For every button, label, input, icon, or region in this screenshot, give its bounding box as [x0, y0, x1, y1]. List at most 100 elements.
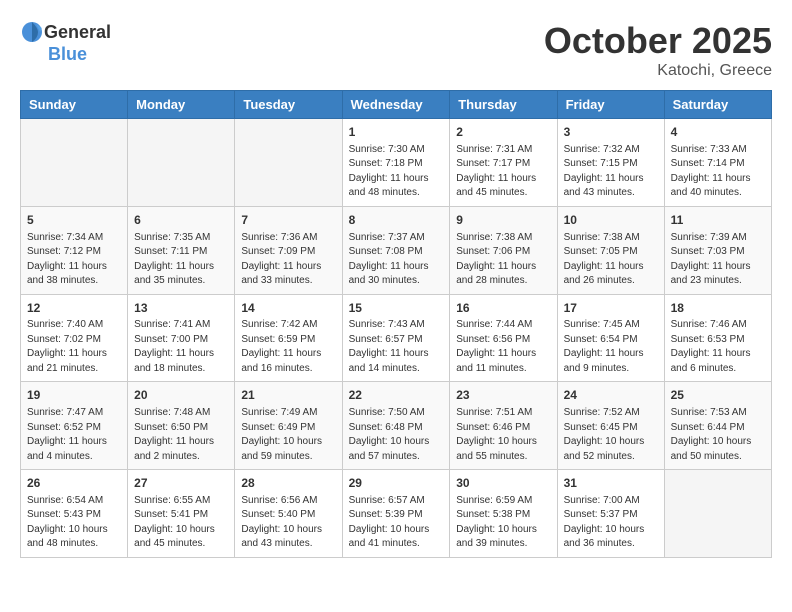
day-number: 17 — [564, 300, 658, 317]
col-thursday: Thursday — [450, 91, 557, 119]
table-row: 11 Sunrise: 7:39 AM Sunset: 7:03 PM Dayli… — [664, 206, 771, 294]
day-info: Sunrise: 7:46 AM Sunset: 6:53 PM Dayligh… — [671, 318, 765, 376]
day-info: Sunrise: 7:38 AM Sunset: 7:05 PM Dayligh… — [564, 231, 658, 289]
table-row: 5Sunrise: 7:34 AM Sunset: 7:12 PM Daylig… — [21, 206, 128, 294]
table-row: 31 Sunrise: 7:00 AM Sunset: 5:37 PM Dayli… — [557, 470, 664, 558]
table-row: 23 Sunrise: 7:51 AM Sunset: 6:46 PM Dayli… — [450, 382, 557, 470]
location-title: Katochi, Greece — [544, 62, 772, 80]
table-row: 22 Sunrise: 7:50 AM Sunset: 6:48 PM Dayli… — [342, 382, 450, 470]
day-info: Sunrise: 7:40 AM Sunset: 7:02 PM Dayligh… — [27, 318, 121, 376]
day-info: Sunrise: 7:31 AM Sunset: 7:17 PM Dayligh… — [456, 143, 550, 201]
day-number: 15 — [349, 300, 444, 317]
logo-icon — [20, 20, 44, 44]
table-row: 4 Sunrise: 7:33 AM Sunset: 7:14 PM Daylig… — [664, 119, 771, 207]
day-info: Sunrise: 7:39 AM Sunset: 7:03 PM Dayligh… — [671, 231, 765, 289]
day-info: Sunrise: 6:56 AM Sunset: 5:40 PM Dayligh… — [241, 494, 335, 552]
day-info: Sunrise: 6:54 AM Sunset: 5:43 PM Dayligh… — [27, 494, 121, 552]
day-number: 4 — [671, 124, 765, 141]
day-number: 16 — [456, 300, 550, 317]
day-info: Sunrise: 7:38 AM Sunset: 7:06 PM Dayligh… — [456, 231, 550, 289]
day-number: 9 — [456, 212, 550, 229]
table-row — [21, 119, 128, 207]
table-row: 3 Sunrise: 7:32 AM Sunset: 7:15 PM Daylig… — [557, 119, 664, 207]
day-info: Sunrise: 7:36 AM Sunset: 7:09 PM Dayligh… — [241, 231, 335, 289]
day-info: Sunrise: 7:50 AM Sunset: 6:48 PM Dayligh… — [349, 406, 444, 464]
table-row: 15Sunrise: 7:43 AM Sunset: 6:57 PM Dayli… — [342, 294, 450, 382]
day-number: 8 — [349, 212, 444, 229]
day-number: 25 — [671, 387, 765, 404]
table-row: 27 Sunrise: 6:55 AM Sunset: 5:41 PM Dayli… — [128, 470, 235, 558]
day-info: Sunrise: 7:49 AM Sunset: 6:49 PM Dayligh… — [241, 406, 335, 464]
day-number: 22 — [349, 387, 444, 404]
table-row: 30Sunrise: 6:59 AM Sunset: 5:38 PM Dayli… — [450, 470, 557, 558]
table-row: 16Sunrise: 7:44 AM Sunset: 6:56 PM Dayli… — [450, 294, 557, 382]
day-info: Sunrise: 7:41 AM Sunset: 7:00 PM Dayligh… — [134, 318, 228, 376]
table-row: 6 Sunrise: 7:35 AM Sunset: 7:11 PM Daylig… — [128, 206, 235, 294]
col-wednesday: Wednesday — [342, 91, 450, 119]
calendar-week-4: 19 Sunrise: 7:47 AM Sunset: 6:52 PM Dayli… — [21, 382, 772, 470]
table-row: 29Sunrise: 6:57 AM Sunset: 5:39 PM Dayli… — [342, 470, 450, 558]
day-number: 10 — [564, 212, 658, 229]
page-header: General Blue October 2025 Katochi, Greec… — [20, 20, 772, 80]
calendar-week-1: 1Sunrise: 7:30 AM Sunset: 7:18 PM Daylig… — [21, 119, 772, 207]
table-row — [128, 119, 235, 207]
table-row: 17Sunrise: 7:45 AM Sunset: 6:54 PM Dayli… — [557, 294, 664, 382]
table-row: 20 Sunrise: 7:48 AM Sunset: 6:50 PM Dayli… — [128, 382, 235, 470]
table-row: 14Sunrise: 7:42 AM Sunset: 6:59 PM Dayli… — [235, 294, 342, 382]
day-number: 5 — [27, 212, 121, 229]
day-info: Sunrise: 7:35 AM Sunset: 7:11 PM Dayligh… — [134, 231, 228, 289]
day-info: Sunrise: 7:43 AM Sunset: 6:57 PM Dayligh… — [349, 318, 444, 376]
day-number: 28 — [241, 475, 335, 492]
day-info: Sunrise: 6:55 AM Sunset: 5:41 PM Dayligh… — [134, 494, 228, 552]
day-info: Sunrise: 7:44 AM Sunset: 6:56 PM Dayligh… — [456, 318, 550, 376]
day-info: Sunrise: 7:32 AM Sunset: 7:15 PM Dayligh… — [564, 143, 658, 201]
day-number: 13 — [134, 300, 228, 317]
day-number: 6 — [134, 212, 228, 229]
day-info: Sunrise: 7:00 AM Sunset: 5:37 PM Dayligh… — [564, 494, 658, 552]
col-friday: Friday — [557, 91, 664, 119]
day-number: 2 — [456, 124, 550, 141]
calendar-table: Sunday Monday Tuesday Wednesday Thursday… — [20, 90, 772, 558]
calendar-week-3: 12Sunrise: 7:40 AM Sunset: 7:02 PM Dayli… — [21, 294, 772, 382]
day-number: 20 — [134, 387, 228, 404]
day-number: 18 — [671, 300, 765, 317]
day-number: 23 — [456, 387, 550, 404]
col-sunday: Sunday — [21, 91, 128, 119]
table-row: 13Sunrise: 7:41 AM Sunset: 7:00 PM Dayli… — [128, 294, 235, 382]
day-info: Sunrise: 7:47 AM Sunset: 6:52 PM Dayligh… — [27, 406, 121, 464]
table-row: 9 Sunrise: 7:38 AM Sunset: 7:06 PM Daylig… — [450, 206, 557, 294]
table-row: 25 Sunrise: 7:53 AM Sunset: 6:44 PM Dayli… — [664, 382, 771, 470]
table-row: 1Sunrise: 7:30 AM Sunset: 7:18 PM Daylig… — [342, 119, 450, 207]
logo-general-text: General — [44, 22, 111, 43]
day-info: Sunrise: 7:30 AM Sunset: 7:18 PM Dayligh… — [349, 143, 444, 201]
col-tuesday: Tuesday — [235, 91, 342, 119]
table-row: 24 Sunrise: 7:52 AM Sunset: 6:45 PM Dayli… — [557, 382, 664, 470]
day-info: Sunrise: 7:52 AM Sunset: 6:45 PM Dayligh… — [564, 406, 658, 464]
day-number: 24 — [564, 387, 658, 404]
day-info: Sunrise: 7:48 AM Sunset: 6:50 PM Dayligh… — [134, 406, 228, 464]
table-row: 2 Sunrise: 7:31 AM Sunset: 7:17 PM Daylig… — [450, 119, 557, 207]
day-number: 27 — [134, 475, 228, 492]
table-row — [235, 119, 342, 207]
day-info: Sunrise: 7:53 AM Sunset: 6:44 PM Dayligh… — [671, 406, 765, 464]
col-monday: Monday — [128, 91, 235, 119]
day-info: Sunrise: 7:51 AM Sunset: 6:46 PM Dayligh… — [456, 406, 550, 464]
table-row: 8 Sunrise: 7:37 AM Sunset: 7:08 PM Daylig… — [342, 206, 450, 294]
day-info: Sunrise: 6:59 AM Sunset: 5:38 PM Dayligh… — [456, 494, 550, 552]
table-row — [664, 470, 771, 558]
day-number: 3 — [564, 124, 658, 141]
day-number: 19 — [27, 387, 121, 404]
day-number: 31 — [564, 475, 658, 492]
col-saturday: Saturday — [664, 91, 771, 119]
table-row: 28 Sunrise: 6:56 AM Sunset: 5:40 PM Dayli… — [235, 470, 342, 558]
day-info: Sunrise: 7:37 AM Sunset: 7:08 PM Dayligh… — [349, 231, 444, 289]
day-number: 11 — [671, 212, 765, 229]
day-info: Sunrise: 7:33 AM Sunset: 7:14 PM Dayligh… — [671, 143, 765, 201]
table-row: 12Sunrise: 7:40 AM Sunset: 7:02 PM Dayli… — [21, 294, 128, 382]
table-row: 7Sunrise: 7:36 AM Sunset: 7:09 PM Daylig… — [235, 206, 342, 294]
table-row: 18Sunrise: 7:46 AM Sunset: 6:53 PM Dayli… — [664, 294, 771, 382]
day-info: Sunrise: 6:57 AM Sunset: 5:39 PM Dayligh… — [349, 494, 444, 552]
day-number: 12 — [27, 300, 121, 317]
month-title: October 2025 — [544, 20, 772, 62]
calendar-week-5: 26Sunrise: 6:54 AM Sunset: 5:43 PM Dayli… — [21, 470, 772, 558]
